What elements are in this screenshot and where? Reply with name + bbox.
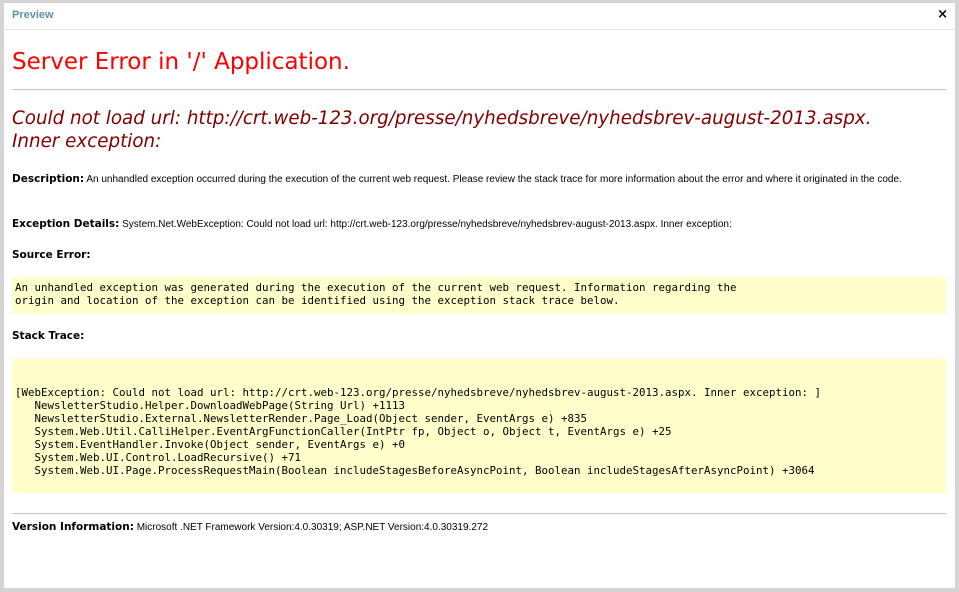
stack-trace-line: System.Web.Util.CalliHelper.EventArgFunc… — [15, 425, 672, 438]
version-info-block: Version Information: Microsoft .NET Fram… — [12, 520, 947, 535]
source-error-label: Source Error: — [12, 249, 91, 261]
stack-trace-line: NewsletterStudio.Helper.DownloadWebPage(… — [15, 399, 406, 412]
exception-details-text: System.Net.WebException: Could not load … — [122, 219, 732, 230]
stack-trace-line: [WebException: Could not load url: http:… — [15, 386, 822, 399]
description-text: An unhandled exception occurred during t… — [86, 174, 902, 185]
window-title: Preview — [12, 9, 54, 21]
source-error-line: origin and location of the exception can… — [15, 294, 620, 307]
exception-details-block: Exception Details: System.Net.WebExcepti… — [12, 217, 947, 232]
stack-trace-label: Stack Trace: — [12, 330, 85, 342]
error-message-line-2: Inner exception: — [12, 131, 162, 152]
source-error-box: An unhandled exception was generated dur… — [12, 277, 946, 314]
error-message-line-1: Could not load url: http://crt.web-123.o… — [12, 108, 872, 129]
divider-top — [12, 89, 946, 90]
preview-window: Preview × Server Error in '/' Applicatio… — [0, 0, 959, 592]
page-title: Server Error in '/' Application. — [12, 49, 350, 75]
version-info-text: Microsoft .NET Framework Version:4.0.303… — [136, 522, 489, 533]
exception-details-label: Exception Details: — [12, 218, 120, 230]
divider-bottom — [12, 513, 946, 514]
window-titlebar: Preview × — [4, 3, 955, 30]
version-info-label: Version Information: — [12, 521, 134, 533]
stack-trace-line: NewsletterStudio.External.NewsletterRend… — [15, 412, 588, 425]
description-block: Description: An unhandled exception occu… — [12, 172, 947, 187]
close-icon[interactable]: × — [937, 6, 948, 24]
error-message: Could not load url: http://crt.web-123.o… — [12, 107, 946, 153]
description-label: Description: — [12, 173, 85, 185]
source-error-line: An unhandled exception was generated dur… — [15, 281, 737, 294]
error-page: Server Error in '/' Application. Could n… — [12, 30, 947, 588]
stack-trace-line: System.Web.UI.Page.ProcessRequestMain(Bo… — [15, 464, 815, 477]
stack-trace-line: System.Web.UI.Control.LoadRecursive() +7… — [15, 451, 302, 464]
stack-trace-box: [WebException: Could not load url: http:… — [12, 359, 946, 493]
stack-trace-line: System.EventHandler.Invoke(Object sender… — [15, 438, 406, 451]
